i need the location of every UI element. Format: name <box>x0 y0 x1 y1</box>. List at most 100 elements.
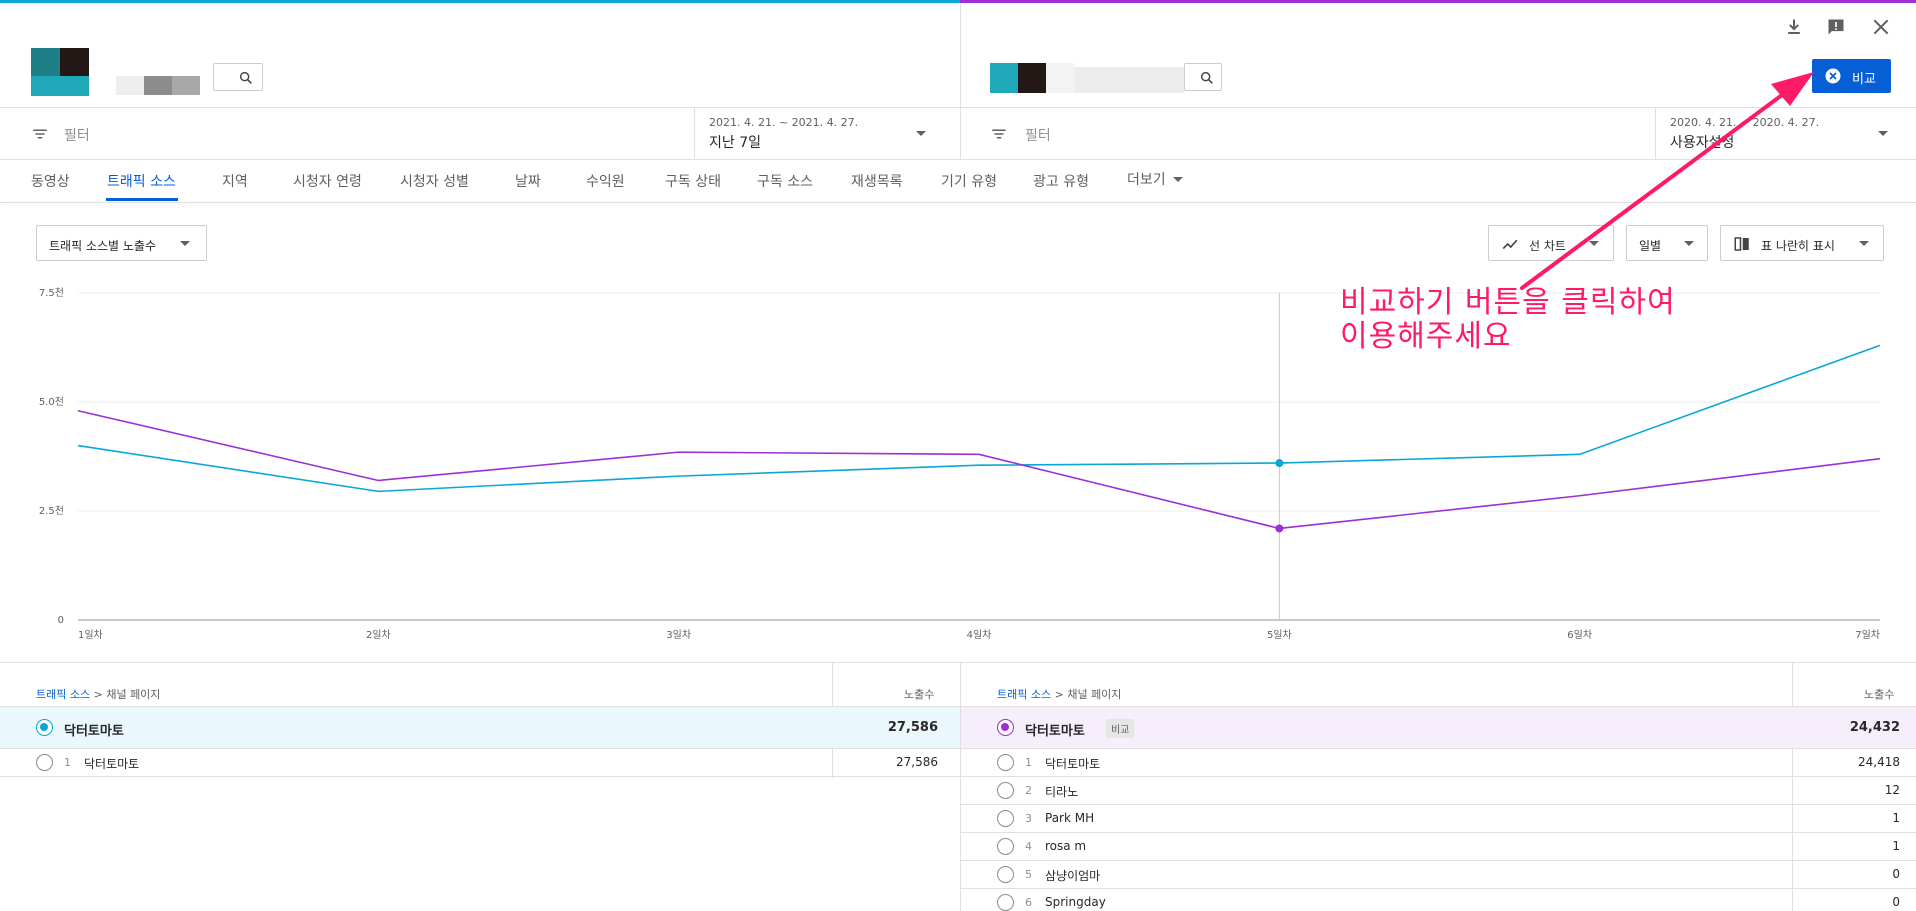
row-radio[interactable] <box>997 810 1014 827</box>
tab-subscription-status[interactable]: 구독 상태 <box>665 171 721 191</box>
right-column-header[interactable]: 노출수 <box>1864 686 1894 702</box>
annotation-text-line2: 이용해주세요 <box>1340 319 1512 354</box>
tab-more[interactable]: 더보기 <box>1127 169 1187 189</box>
chevron-down-icon <box>1859 241 1869 246</box>
breadcrumb-link[interactable]: 트래픽 소스 <box>997 688 1051 701</box>
right-total-row[interactable]: 닥터토마토 비교 24,432 <box>961 706 1916 749</box>
left-date-range-select[interactable]: 2021. 4. 21. ~ 2021. 4. 27. 지난 7일 <box>695 108 960 159</box>
left-channel-search[interactable] <box>213 63 263 91</box>
view-mode-label: 표 나란히 표시 <box>1761 239 1835 253</box>
row-radio[interactable] <box>997 866 1014 883</box>
analytics-compare-page: 비교 필터 2021. 4. 21. ~ 2021. 4. 27. 지난 7일 … <box>0 0 1916 911</box>
tab-viewer-age[interactable]: 시청자 연령 <box>293 171 362 191</box>
tab-revenue-source[interactable]: 수익원 <box>586 171 625 191</box>
breadcrumb-current: 채널 페이지 <box>1067 688 1122 701</box>
right-filter-input[interactable]: 필터 <box>1025 125 1051 145</box>
metric-select[interactable]: 트래픽 소스별 노출수 <box>36 225 207 261</box>
side-by-side-icon <box>1734 237 1749 251</box>
right-table-row[interactable]: 2 티라노 12 <box>961 777 1916 805</box>
row-value: 0 <box>1892 895 1900 909</box>
row-name: 티라노 <box>1045 785 1079 799</box>
tab-videos[interactable]: 동영상 <box>31 171 70 191</box>
filter-icon[interactable] <box>990 125 1008 143</box>
row-value: 12 <box>1884 783 1900 797</box>
row-radio[interactable] <box>997 719 1014 736</box>
tab-device-type[interactable]: 기기 유형 <box>941 171 997 191</box>
row-name: 삼냥이엄마 <box>1045 869 1101 883</box>
right-table-row[interactable]: 5 삼냥이엄마 0 <box>961 861 1916 889</box>
row-index: 2 <box>1025 784 1032 797</box>
chevron-down-icon <box>1589 241 1599 246</box>
row-name: 닥터토마토 <box>1045 757 1101 771</box>
tab-viewer-gender[interactable]: 시청자 성별 <box>400 171 469 191</box>
feedback-icon[interactable] <box>1826 17 1846 37</box>
breadcrumb-current: 채널 페이지 <box>106 688 161 701</box>
line-chart: 0 2.5천 5.0천 7.5천 1일차 2일차 3일차 4일차 5일차 6일차 7일차 <box>39 287 1881 641</box>
left-filter-input[interactable]: 필터 <box>64 125 90 145</box>
right-table-row[interactable]: 1 닥터토마토 24,418 <box>961 749 1916 777</box>
view-mode-select[interactable]: 표 나란히 표시 <box>1720 225 1884 261</box>
left-total-row[interactable]: 닥터토마토 27,586 <box>0 706 960 749</box>
right-table-row[interactable]: 6 Springday 0 <box>961 889 1916 911</box>
row-index: 5 <box>1025 868 1032 881</box>
right-table-row[interactable]: 3 Park MH 1 <box>961 805 1916 833</box>
right-channel-search[interactable] <box>1184 63 1222 91</box>
granularity-label: 일별 <box>1639 239 1662 253</box>
x-tick-label: 4일차 <box>967 629 992 641</box>
tab-subscription-source[interactable]: 구독 소스 <box>757 171 813 191</box>
row-radio[interactable] <box>997 754 1014 771</box>
close-icon[interactable] <box>1871 17 1891 37</box>
tab-ad-type[interactable]: 광고 유형 <box>1033 171 1089 191</box>
x-tick-label: 1일차 <box>78 629 103 641</box>
row-index: 1 <box>64 756 71 769</box>
filter-divider <box>0 159 1916 160</box>
left-date-range: 2021. 4. 21. ~ 2021. 4. 27. <box>709 116 859 129</box>
left-channel-avatar <box>31 48 89 96</box>
row-radio[interactable] <box>997 894 1014 911</box>
line-chart-icon <box>1502 239 1518 250</box>
row-radio[interactable] <box>36 719 53 736</box>
data-point-highlight <box>1275 459 1284 468</box>
total-row-name: 닥터토마토 <box>64 724 124 739</box>
compare-button[interactable]: 비교 <box>1812 59 1891 93</box>
breadcrumb-link[interactable]: 트래픽 소스 <box>36 688 90 701</box>
row-name: rosa m <box>1045 839 1087 853</box>
breadcrumb-separator: > <box>1054 688 1064 701</box>
filter-icon[interactable] <box>31 125 49 143</box>
right-date-preset: 사용자설정 <box>1670 135 1735 151</box>
download-icon[interactable] <box>1784 17 1804 37</box>
chevron-down-icon <box>916 131 926 136</box>
tab-traffic-source[interactable]: 트래픽 소스 <box>107 171 176 191</box>
tab-more-label: 더보기 <box>1127 172 1166 188</box>
total-row-value: 27,586 <box>887 720 938 735</box>
total-row-value: 24,432 <box>1849 720 1900 735</box>
left-table-row[interactable]: 1 닥터토마토 27,586 <box>0 749 960 777</box>
tab-geography[interactable]: 지역 <box>222 171 248 191</box>
tab-date[interactable]: 날짜 <box>515 171 541 191</box>
right-breadcrumb: 트래픽 소스 > 채널 페이지 <box>997 686 1121 702</box>
breadcrumb-separator: > <box>93 688 103 701</box>
x-tick-label: 7일차 <box>1855 629 1880 641</box>
data-point-highlight <box>1275 524 1284 533</box>
table-top-divider <box>0 662 1916 663</box>
chart-type-select[interactable]: 선 차트 <box>1488 225 1614 261</box>
left-column-header[interactable]: 노출수 <box>904 686 934 702</box>
row-value: 1 <box>1892 811 1900 825</box>
annotation-text-line1: 비교하기 버튼을 클릭하여 <box>1340 285 1676 320</box>
tab-playlist[interactable]: 재생목록 <box>851 171 903 191</box>
active-tab-indicator <box>106 198 178 201</box>
right-date-range-select[interactable]: 2020. 4. 21. ~ 2020. 4. 27. 사용자설정 <box>1656 108 1916 159</box>
right-channel-name-redacted <box>1046 63 1184 93</box>
search-icon <box>239 71 252 84</box>
x-tick-label: 3일차 <box>666 629 691 641</box>
granularity-select[interactable]: 일별 <box>1626 225 1708 261</box>
right-table-row[interactable]: 4 rosa m 1 <box>961 833 1916 861</box>
metric-select-label: 트래픽 소스별 노출수 <box>49 239 156 253</box>
total-row-name: 닥터토마토 <box>1025 724 1085 739</box>
row-name: Park MH <box>1045 811 1095 825</box>
row-radio[interactable] <box>36 754 53 771</box>
row-radio[interactable] <box>997 838 1014 855</box>
row-name: Springday <box>1045 895 1106 909</box>
row-radio[interactable] <box>997 782 1014 799</box>
row-index: 6 <box>1025 896 1032 909</box>
